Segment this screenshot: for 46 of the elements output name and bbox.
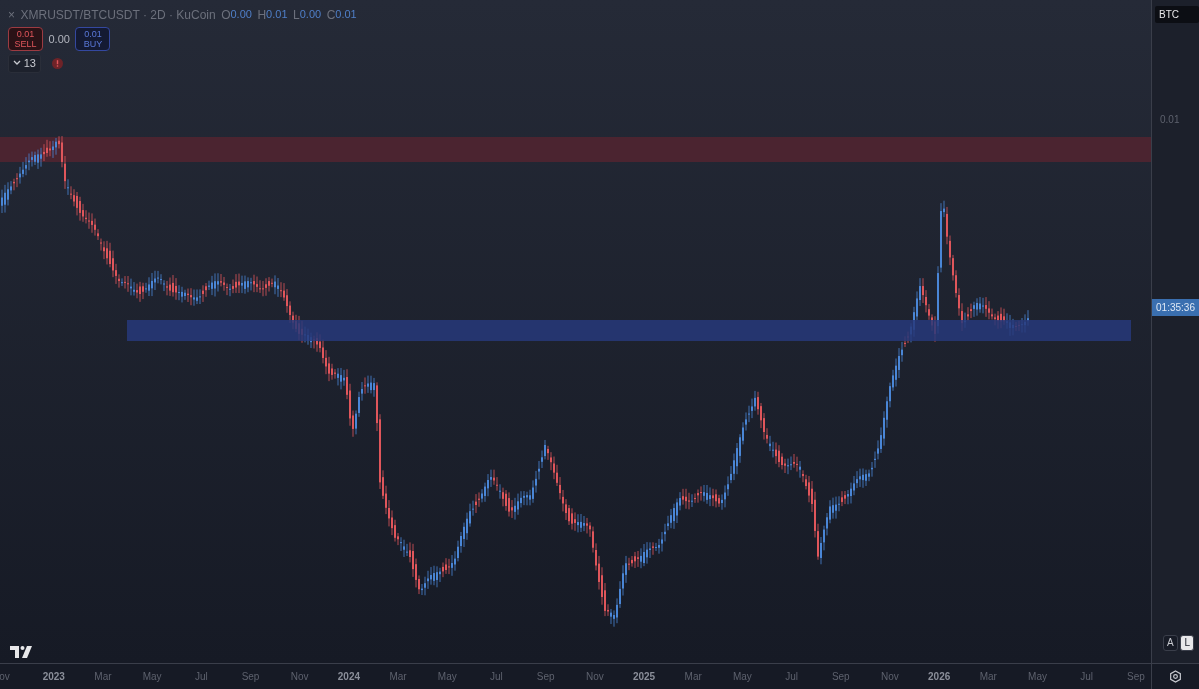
time-tick: Nov [880, 670, 900, 684]
logo-icon [10, 645, 34, 659]
time-tick: Mar [683, 670, 703, 684]
time-tick: Mar [388, 670, 408, 684]
time-tick: Nov [289, 670, 310, 684]
indicators-toggle[interactable]: 13 [8, 54, 41, 73]
countdown-label: 01:35:36 [1152, 299, 1199, 316]
ohlc-label: H [257, 7, 267, 24]
time-tick: May [731, 670, 753, 684]
time-tick: Jul [784, 670, 799, 684]
time-tick: Jul [1079, 670, 1095, 684]
ohlc-label: C [326, 7, 336, 24]
price-tick: 0.01 [1160, 113, 1181, 127]
time-tick: Mar [978, 670, 998, 684]
time-tick: Mar [93, 670, 113, 684]
currency-label: BTC [1155, 6, 1199, 23]
time-tick: Sep [240, 670, 261, 684]
ohlc-label: O [221, 7, 231, 24]
warning-icon[interactable] [52, 57, 63, 69]
time-tick: 2026 [927, 670, 952, 684]
ohlc-label: L [293, 7, 300, 24]
time-tick: 2025 [631, 670, 657, 684]
symbol-title: XMRUSDT/BTCUSDT · 2D · KuCoin [20, 7, 216, 24]
settings-icon[interactable] [1169, 670, 1182, 683]
scale-button[interactable]: A [1163, 635, 1178, 651]
time-tick: ov [0, 670, 11, 684]
time-tick: May [1027, 670, 1048, 684]
ohlc-value: 0.00 [299, 7, 322, 22]
time-tick: 2023 [41, 670, 66, 684]
time-tick: May [436, 670, 458, 684]
time-tick: Jul [193, 670, 209, 684]
spread-value: 0.00 [48, 31, 70, 47]
ohlc-value: 0.01 [266, 7, 288, 22]
time-tick: 2024 [336, 670, 362, 684]
time-tick: Nov [584, 670, 605, 684]
scale-button[interactable]: L [1180, 635, 1194, 651]
time-tick: Sep [535, 670, 556, 684]
time-tick: Sep [1126, 670, 1146, 684]
buy-button[interactable]: 0.01 BUY [75, 26, 111, 52]
sell-button[interactable]: 0.01 SELL [8, 26, 43, 52]
ohlc-value: 0.00 [230, 7, 252, 22]
time-tick: Sep [830, 670, 851, 684]
time-tick: May [141, 670, 163, 684]
chevron-icon [13, 60, 21, 67]
ohlc-value: 0.01 [335, 7, 357, 22]
time-tick: Jul [489, 670, 504, 684]
